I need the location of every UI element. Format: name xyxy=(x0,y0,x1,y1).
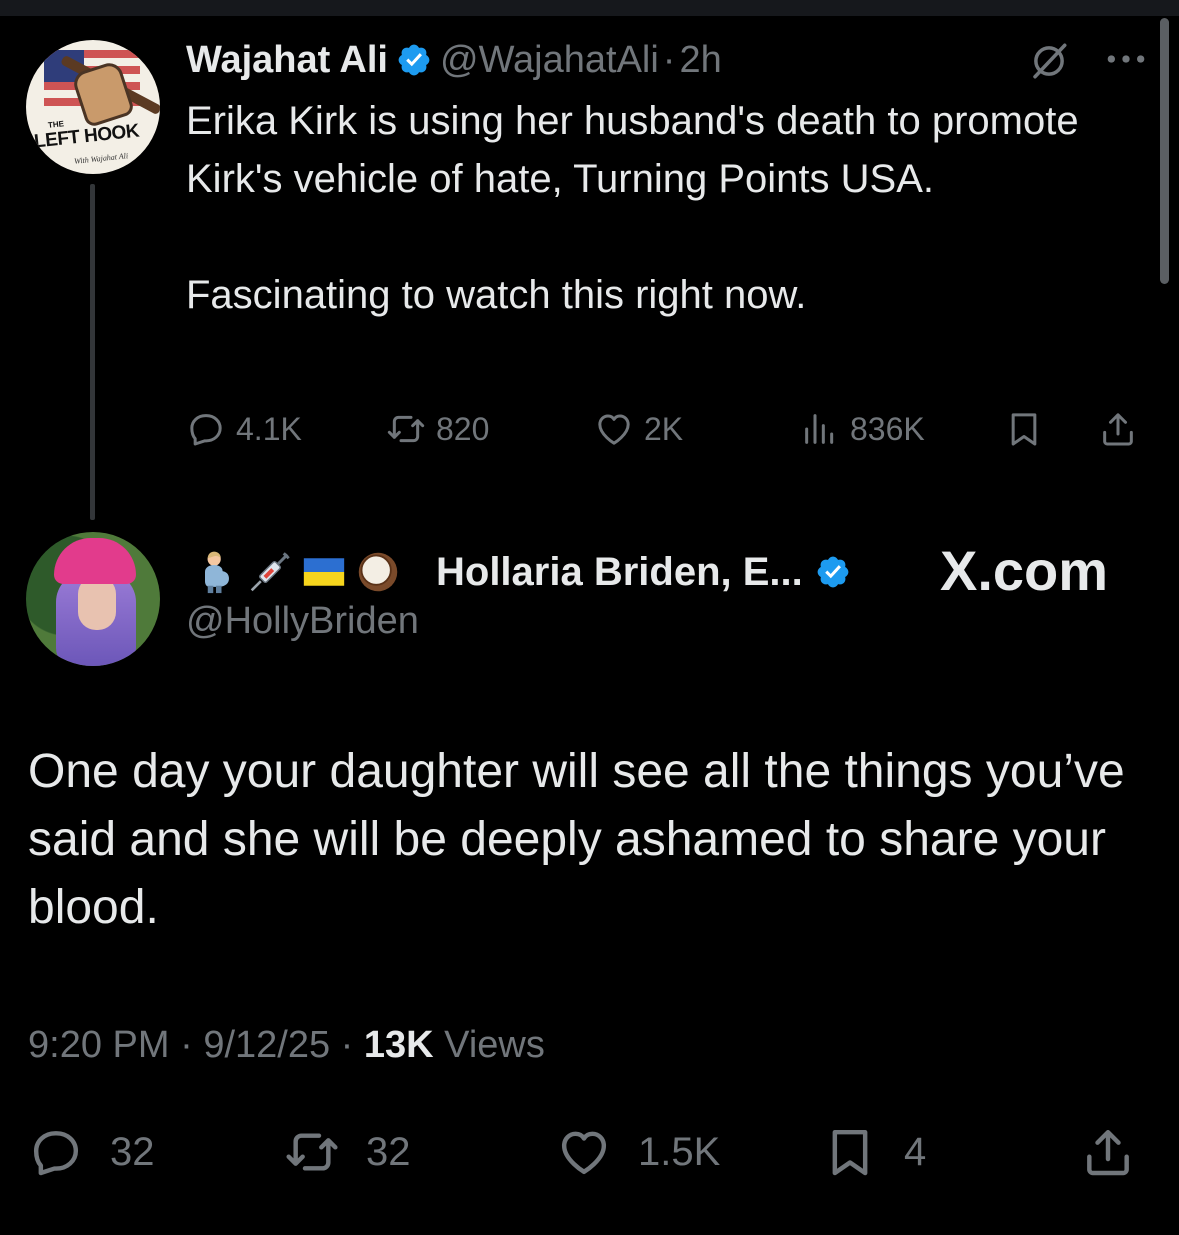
tweet-date[interactable]: 9/12/25 xyxy=(203,1024,330,1066)
parent-avatar[interactable]: THE LEFT HOOK With Wajahat Ali xyxy=(26,40,160,174)
top-bar xyxy=(0,0,1179,16)
avatar-hat xyxy=(54,538,136,584)
heart-icon xyxy=(561,1131,607,1175)
parent-header: Wajahat Ali @WajahatAli · 2h xyxy=(186,36,722,84)
thread-line xyxy=(90,184,95,520)
tweet-time[interactable]: 9:20 PM xyxy=(28,1024,170,1066)
share-icon xyxy=(1087,1129,1129,1176)
separator-dot: · xyxy=(662,38,676,81)
avatar-logo-signature: With Wajahat Ali xyxy=(73,151,129,166)
main-like-count: 1.5K xyxy=(638,1129,721,1174)
parent-repost-button[interactable]: 820 xyxy=(386,404,489,454)
parent-share-button[interactable] xyxy=(1098,404,1148,454)
syringe-emoji-icon xyxy=(250,552,290,592)
main-reply-button[interactable]: 32 xyxy=(28,1120,155,1184)
heart-icon xyxy=(598,414,630,445)
tweet-views-count: 13K xyxy=(363,1024,434,1066)
parent-tweet-text: Erika Kirk is using her husband's death … xyxy=(186,99,1079,317)
share-icon xyxy=(1103,413,1133,446)
grok-icon[interactable] xyxy=(1028,40,1070,82)
views-icon xyxy=(805,414,834,444)
main-action-bar: 32 32 1.5K 4 xyxy=(28,1120,1148,1184)
parent-timestamp[interactable]: 2h xyxy=(679,39,721,82)
meta-separator: · xyxy=(340,1024,354,1066)
main-author-handle[interactable]: @HollyBriden xyxy=(186,600,419,643)
main-repost-count: 32 xyxy=(366,1129,411,1174)
more-options-icon[interactable] xyxy=(1104,44,1148,74)
ukraine-flag-emoji-icon xyxy=(303,558,345,586)
tweet-meta: 9:20 PM · 9/12/25 · 13K Views xyxy=(28,1024,545,1067)
bookmark-icon xyxy=(1011,413,1037,446)
bookmark-icon xyxy=(832,1129,868,1176)
repost-icon xyxy=(387,415,425,443)
name-emoji-row xyxy=(194,544,400,600)
tweet-views-label: Views xyxy=(444,1024,545,1066)
parent-author-handle[interactable]: @WajahatAli xyxy=(440,39,659,82)
parent-reply-count: 4.1K xyxy=(236,410,302,447)
parent-like-count: 2K xyxy=(644,410,684,447)
main-tweet-text: One day your daughter will see all the t… xyxy=(28,745,1125,934)
reply-icon xyxy=(33,1131,79,1176)
parent-author-name[interactable]: Wajahat Ali xyxy=(186,39,388,82)
main-author-name[interactable]: Hollaria Briden, E... xyxy=(436,550,803,595)
parent-reply-button[interactable]: 4.1K xyxy=(186,404,302,454)
pregnant-man-emoji-icon xyxy=(205,551,229,594)
reply-icon xyxy=(190,414,222,446)
main-avatar[interactable] xyxy=(26,532,160,666)
main-author: Hollaria Briden, E... xyxy=(436,546,859,598)
repost-icon xyxy=(286,1133,338,1171)
coconut-emoji-icon xyxy=(358,552,398,592)
main-bookmark-count: 4 xyxy=(904,1129,927,1174)
parent-bookmark-button[interactable] xyxy=(1004,404,1054,454)
parent-action-bar: 4.1K 820 2K 836K xyxy=(186,404,1156,454)
avatar-face xyxy=(78,576,116,630)
main-reply-count: 32 xyxy=(110,1129,155,1174)
parent-like-button[interactable]: 2K xyxy=(594,404,683,454)
main-share-button[interactable] xyxy=(1080,1120,1162,1184)
parent-views-button[interactable]: 836K xyxy=(800,404,925,454)
main-repost-button[interactable]: 32 xyxy=(284,1120,411,1184)
parent-repost-count: 820 xyxy=(436,410,490,447)
verified-badge-icon xyxy=(398,44,430,76)
x-com-watermark: X.com xyxy=(940,539,1109,602)
verified-badge-icon xyxy=(817,556,849,588)
main-bookmark-button[interactable]: 4 xyxy=(822,1120,926,1184)
main-like-button[interactable]: 1.5K xyxy=(556,1120,720,1184)
parent-views-count: 836K xyxy=(850,410,925,447)
scrollbar[interactable] xyxy=(1160,18,1169,284)
meta-separator: · xyxy=(180,1024,193,1066)
